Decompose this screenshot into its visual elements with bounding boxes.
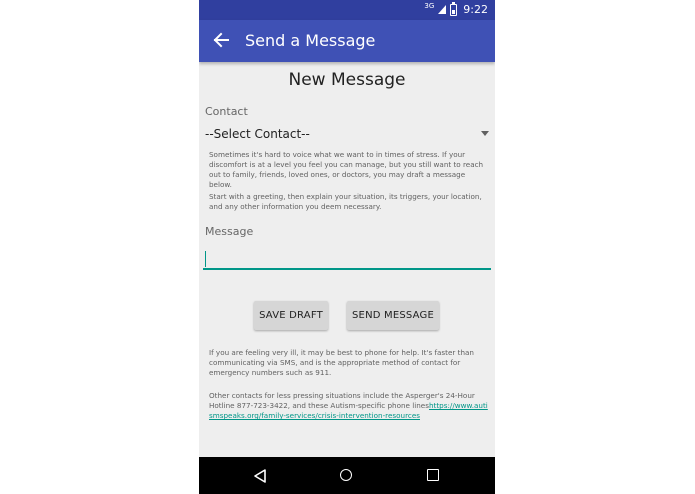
contact-label: Contact	[205, 105, 248, 118]
status-bar: 3G 9:22	[199, 0, 495, 20]
phone-screen: 3G 9:22 Send a Message New Message Conta…	[199, 0, 495, 494]
help-paragraph-2: Other contacts for less pressing situati…	[209, 391, 489, 421]
text-cursor	[205, 251, 206, 267]
battery-icon	[450, 1, 458, 16]
info-paragraph-1: Sometimes it's hard to voice what we wan…	[209, 150, 484, 189]
message-input[interactable]	[203, 248, 491, 270]
contact-select-value: --Select Contact--	[205, 127, 310, 141]
contact-select[interactable]: --Select Contact--	[205, 125, 491, 143]
arrow-left-icon[interactable]	[213, 31, 229, 49]
square-recents-icon[interactable]	[427, 469, 439, 481]
circle-home-icon[interactable]	[340, 469, 352, 481]
page-title: Send a Message	[245, 31, 376, 50]
info-paragraph-2: Start with a greeting, then explain your…	[209, 192, 482, 211]
form-heading: New Message	[288, 70, 406, 90]
network-type: 3G	[424, 2, 435, 10]
send-message-button[interactable]: SEND MESSAGE	[347, 301, 439, 330]
save-draft-button[interactable]: SAVE DRAFT	[254, 301, 328, 330]
help-paragraph-1: If you are feeling very ill, it may be b…	[209, 348, 474, 377]
clock: 9:22	[463, 3, 488, 16]
message-label: Message	[205, 225, 254, 238]
signal-icon	[438, 5, 447, 14]
dropdown-arrow-icon	[481, 131, 489, 136]
triangle-back-icon[interactable]	[253, 468, 267, 484]
app-bar: Send a Message	[199, 20, 495, 62]
navigation-bar	[199, 457, 495, 494]
status-icons: 3G 9:22	[424, 1, 488, 16]
